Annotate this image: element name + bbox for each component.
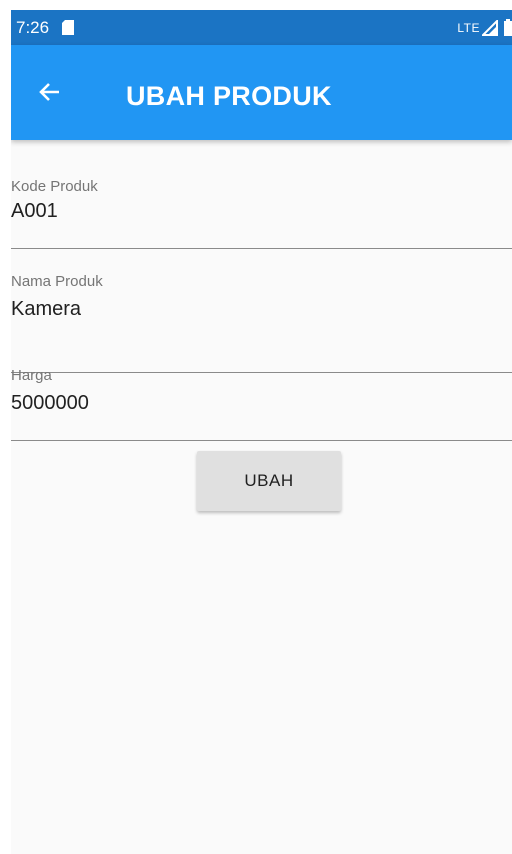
kode-produk-label: Kode Produk (11, 178, 98, 195)
signal-icon (480, 18, 498, 36)
nama-produk-label: Nama Produk (11, 273, 103, 290)
harga-underline (11, 440, 512, 441)
kode-produk-input[interactable] (11, 200, 491, 223)
sd-card-icon (62, 20, 75, 35)
status-bar: 7:26 LTE (11, 10, 512, 45)
status-time: 7:26 (16, 17, 50, 37)
page-title: UBAH PRODUK (126, 81, 332, 111)
arrow-left-icon (39, 81, 61, 108)
back-button[interactable] (35, 79, 65, 109)
app-bar: UBAH PRODUK (11, 45, 512, 140)
nama-produk-input[interactable] (11, 298, 491, 321)
app-screen: 7:26 LTE UBAH PRODUK Kode Produk Nama Pr… (11, 10, 512, 854)
battery-icon (504, 19, 512, 36)
network-type-label: LTE (457, 20, 480, 35)
harga-input[interactable] (11, 392, 491, 415)
status-indicators: LTE (457, 18, 512, 36)
nama-produk-underline (11, 372, 512, 373)
harga-label: Harga (11, 367, 52, 384)
ubah-button[interactable]: UBAH (197, 451, 341, 511)
kode-produk-underline (11, 248, 512, 249)
